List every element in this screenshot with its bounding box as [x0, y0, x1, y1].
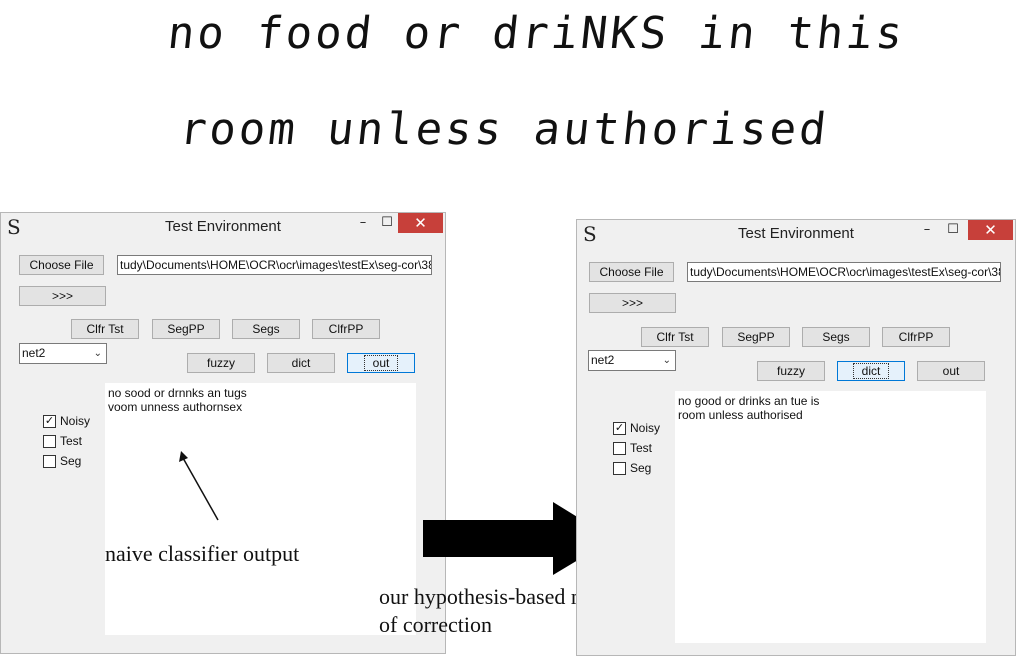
- network-select[interactable]: net2 ⌄: [19, 343, 107, 364]
- test-label: Test: [630, 441, 653, 455]
- right-test-window: S Test Environment – ☐ ✕ Choose File tud…: [576, 219, 1016, 656]
- chevron-down-icon: ⌄: [662, 355, 671, 366]
- out-button-label: out: [363, 355, 399, 371]
- out-button[interactable]: out: [917, 361, 985, 381]
- output-line-1: no good or drinks an tue is: [678, 394, 820, 408]
- run-button[interactable]: >>>: [19, 286, 106, 306]
- left-title-bar: S Test Environment – ☐ ✕: [1, 213, 445, 239]
- file-path-field[interactable]: tudy\Documents\HOME\OCR\ocr\images\testE…: [687, 262, 1001, 282]
- close-button[interactable]: ✕: [968, 220, 1013, 240]
- naive-caption: naive classifier output: [105, 541, 300, 566]
- network-select[interactable]: net2 ⌄: [588, 350, 676, 371]
- file-path-field[interactable]: tudy\Documents\HOME\OCR\ocr\images\testE…: [117, 255, 432, 275]
- network-select-value: net2: [591, 353, 615, 367]
- close-button[interactable]: ✕: [398, 213, 443, 233]
- right-title-bar: S Test Environment – ☐ ✕: [577, 220, 1015, 246]
- checkbox-checked-icon: ✓: [613, 422, 626, 435]
- network-select-value: net2: [22, 346, 46, 360]
- noisy-label: Noisy: [630, 421, 661, 435]
- segs-button[interactable]: Segs: [802, 327, 870, 347]
- segpp-button[interactable]: SegPP: [152, 319, 220, 339]
- output-line-2: room unless authorised: [678, 408, 803, 422]
- handwritten-line-2: room unless authorised: [177, 104, 832, 155]
- dict-button[interactable]: dict: [267, 353, 335, 373]
- out-button[interactable]: out: [347, 353, 415, 373]
- checkbox-empty-icon: [43, 455, 56, 468]
- checkbox-empty-icon: [613, 462, 626, 475]
- choose-file-button[interactable]: Choose File: [19, 255, 104, 275]
- checkbox-checked-icon: ✓: [43, 415, 56, 428]
- clfr-tst-button[interactable]: Clfr Tst: [71, 319, 139, 339]
- handwritten-line-1: no food or driNKS in this: [165, 8, 908, 59]
- choose-file-button[interactable]: Choose File: [589, 262, 674, 282]
- method-caption-line-2: of correction: [379, 612, 492, 637]
- fuzzy-button[interactable]: fuzzy: [757, 361, 825, 381]
- checkbox-empty-icon: [43, 435, 56, 448]
- checkbox-empty-icon: [613, 442, 626, 455]
- segpp-button[interactable]: SegPP: [722, 327, 790, 347]
- test-label: Test: [60, 434, 83, 448]
- maximize-button[interactable]: ☐: [943, 220, 963, 240]
- noisy-label: Noisy: [60, 414, 91, 428]
- dict-button[interactable]: dict: [837, 361, 905, 381]
- output-text-area[interactable]: no sood or drnnks an tugs voom unness au…: [105, 383, 416, 635]
- minimize-button[interactable]: –: [917, 220, 937, 240]
- annotation-arrow: [179, 451, 219, 521]
- output-text-area[interactable]: no good or drinks an tue is room unless …: [675, 391, 986, 643]
- seg-label: Seg: [630, 461, 652, 475]
- minimize-button[interactable]: –: [353, 213, 373, 233]
- segs-button[interactable]: Segs: [232, 319, 300, 339]
- output-line-2: voom unness authornsex: [108, 400, 243, 414]
- fuzzy-button[interactable]: fuzzy: [187, 353, 255, 373]
- seg-label: Seg: [60, 454, 82, 468]
- run-button[interactable]: >>>: [589, 293, 676, 313]
- clfrpp-button[interactable]: ClfrPP: [312, 319, 380, 339]
- maximize-button[interactable]: ☐: [377, 213, 397, 233]
- output-line-1: no sood or drnnks an tugs: [108, 386, 247, 400]
- clfr-tst-button[interactable]: Clfr Tst: [641, 327, 709, 347]
- dict-button-label: dict: [852, 363, 890, 379]
- chevron-down-icon: ⌄: [93, 348, 102, 359]
- clfrpp-button[interactable]: ClfrPP: [882, 327, 950, 347]
